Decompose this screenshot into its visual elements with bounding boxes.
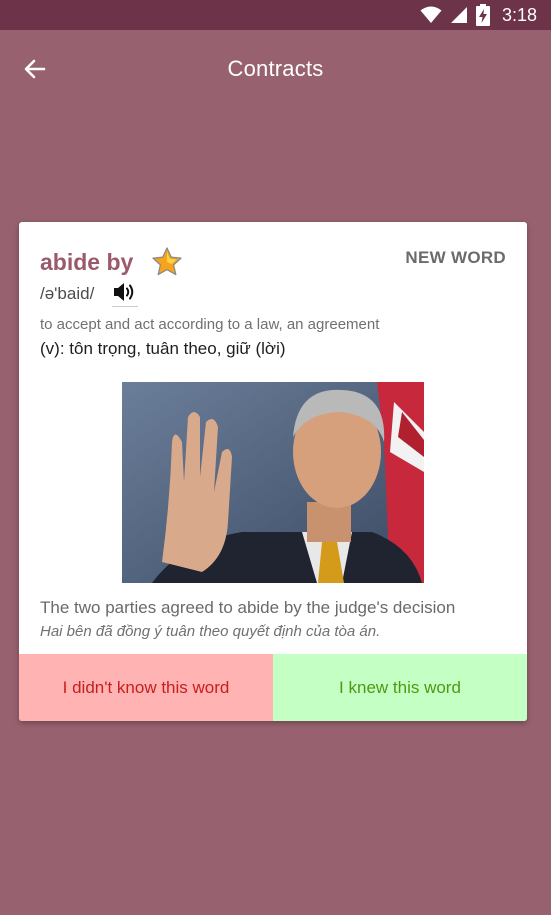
definition-text: to accept and act according to a law, an… [40,316,380,333]
status-time: 3:18 [501,4,537,25]
phonetic-text: /ə'baid/ [40,283,95,303]
back-arrow-icon [24,59,46,79]
phonetic-row: /ə'baid/ [40,280,139,307]
star-icon[interactable] [151,246,183,278]
signal-icon [450,7,467,23]
speaker-icon[interactable] [112,280,139,307]
example-translation: Hai bên đã đồng ý tuân theo quyết định c… [40,623,381,640]
page-title: Contracts [227,56,324,81]
back-button[interactable] [20,54,50,84]
word-row: abide by [40,246,183,278]
battery-charging-icon [475,4,490,26]
example-sentence: The two parties agreed to abide by the j… [40,598,456,617]
app-bar: Contracts [0,30,551,108]
flashcard: abide by NEW WORD /ə'baid/ to accept and… [19,222,527,721]
didnt-know-button[interactable]: I didn't know this word [19,654,273,721]
new-word-badge: NEW WORD [405,248,506,267]
vocabulary-word: abide by [40,248,134,275]
wifi-icon [420,6,442,23]
knew-button[interactable]: I knew this word [273,654,527,721]
word-illustration [122,382,424,583]
status-bar: 3:18 [0,0,551,30]
answer-buttons: I didn't know this word I knew this word [19,654,527,721]
translation-text: (v): tôn trọng, tuân theo, giữ (lời) [40,339,286,358]
